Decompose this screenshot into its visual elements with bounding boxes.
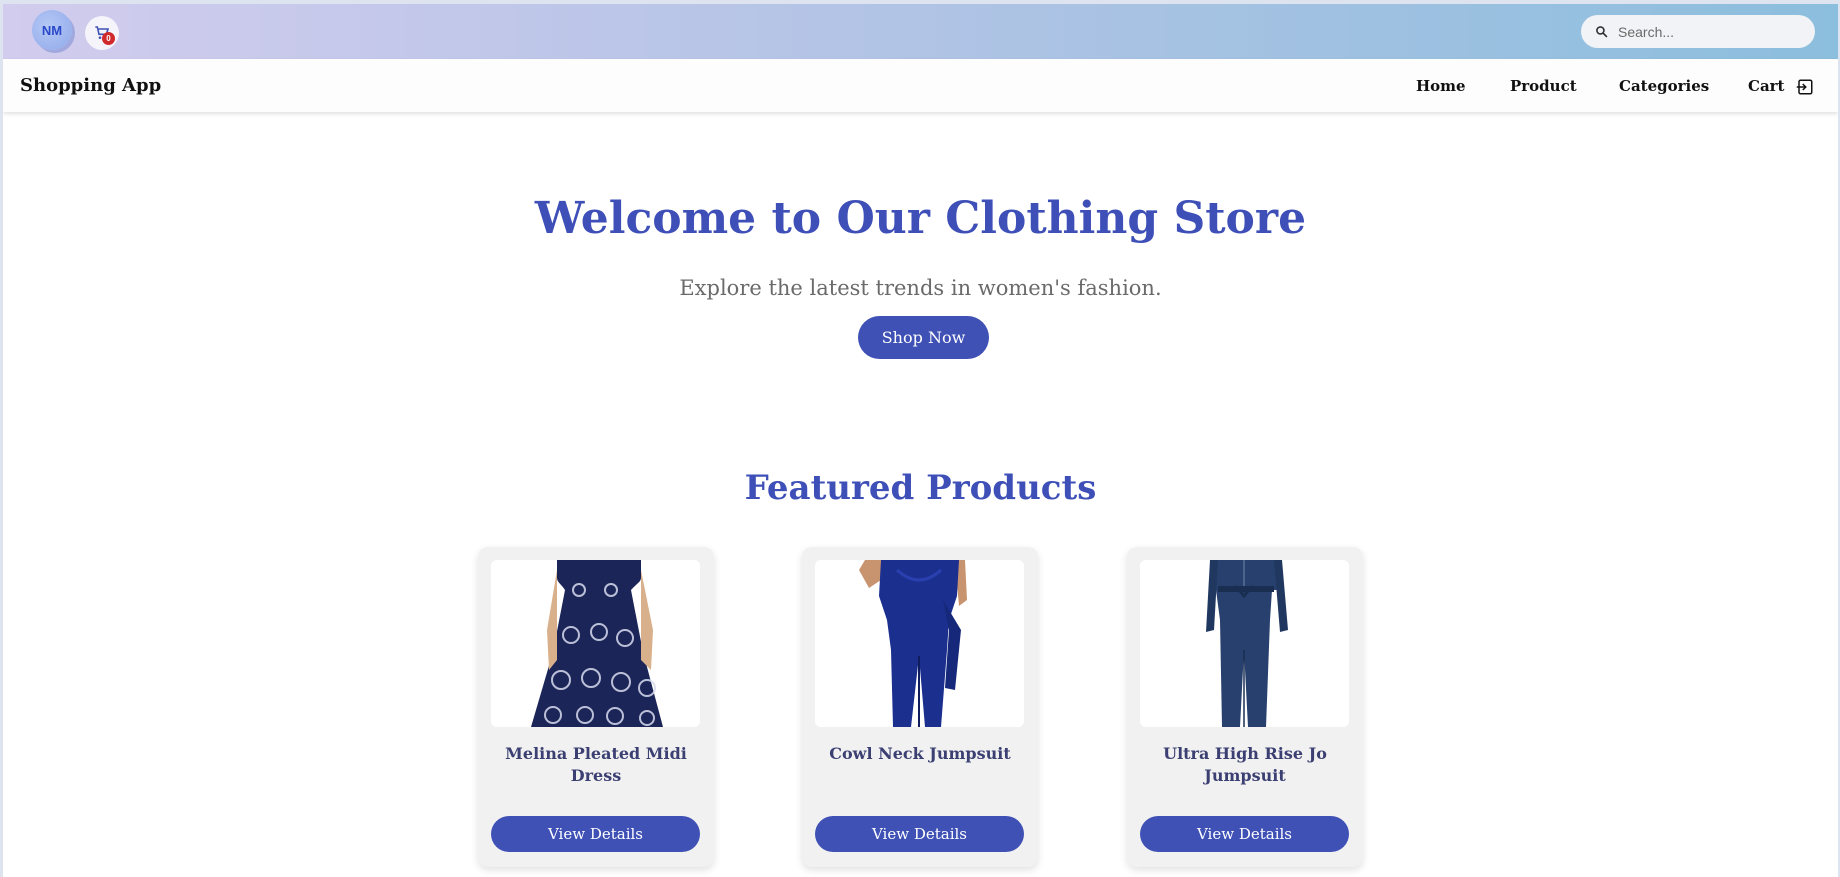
product-card: Cowl Neck Jumpsuit View Details bbox=[802, 547, 1038, 867]
search-icon bbox=[1596, 26, 1608, 38]
product-image bbox=[491, 560, 700, 727]
brand-logo[interactable]: Shopping App bbox=[20, 75, 161, 96]
product-image bbox=[1140, 560, 1349, 727]
jumpsuit-image-icon bbox=[815, 560, 1024, 727]
hero-subtitle: Explore the latest trends in women's fas… bbox=[679, 276, 1162, 300]
nav-categories[interactable]: Categories bbox=[1619, 77, 1709, 95]
app-window: NM 0 Shopping App Home Product Categorie… bbox=[0, 0, 1840, 877]
product-name[interactable]: Melina Pleated Midi Dress bbox=[492, 743, 700, 787]
nav-bar: Shopping App Home Product Categories Car… bbox=[3, 59, 1838, 112]
product-card: Ultra High Rise Jo Jumpsuit View Details bbox=[1127, 547, 1363, 867]
dress-image-icon bbox=[491, 560, 700, 727]
nav-cart[interactable]: Cart bbox=[1748, 77, 1785, 95]
view-details-button[interactable]: View Details bbox=[815, 816, 1024, 852]
nav-home[interactable]: Home bbox=[1416, 77, 1466, 95]
avatar-initials: NM bbox=[41, 22, 63, 38]
denim-jumpsuit-image-icon bbox=[1140, 560, 1349, 727]
product-card: Melina Pleated Midi Dress View Details bbox=[478, 547, 714, 867]
user-avatar[interactable]: NM bbox=[32, 10, 72, 50]
product-image bbox=[815, 560, 1024, 727]
nav-product[interactable]: Product bbox=[1510, 77, 1577, 95]
cart-button[interactable]: 0 bbox=[85, 16, 119, 50]
cart-count-badge: 0 bbox=[102, 32, 115, 45]
logout-icon[interactable] bbox=[1796, 78, 1814, 96]
top-bar: NM 0 bbox=[3, 4, 1838, 59]
view-details-button[interactable]: View Details bbox=[1140, 816, 1349, 852]
search-box[interactable] bbox=[1581, 15, 1815, 48]
product-name[interactable]: Cowl Neck Jumpsuit bbox=[816, 743, 1024, 765]
product-name[interactable]: Ultra High Rise Jo Jumpsuit bbox=[1141, 743, 1349, 787]
shop-now-button[interactable]: Shop Now bbox=[858, 316, 989, 359]
hero-title: Welcome to Our Clothing Store bbox=[534, 193, 1307, 244]
featured-products-title: Featured Products bbox=[744, 468, 1097, 508]
view-details-button[interactable]: View Details bbox=[491, 816, 700, 852]
search-input[interactable] bbox=[1616, 22, 1806, 41]
